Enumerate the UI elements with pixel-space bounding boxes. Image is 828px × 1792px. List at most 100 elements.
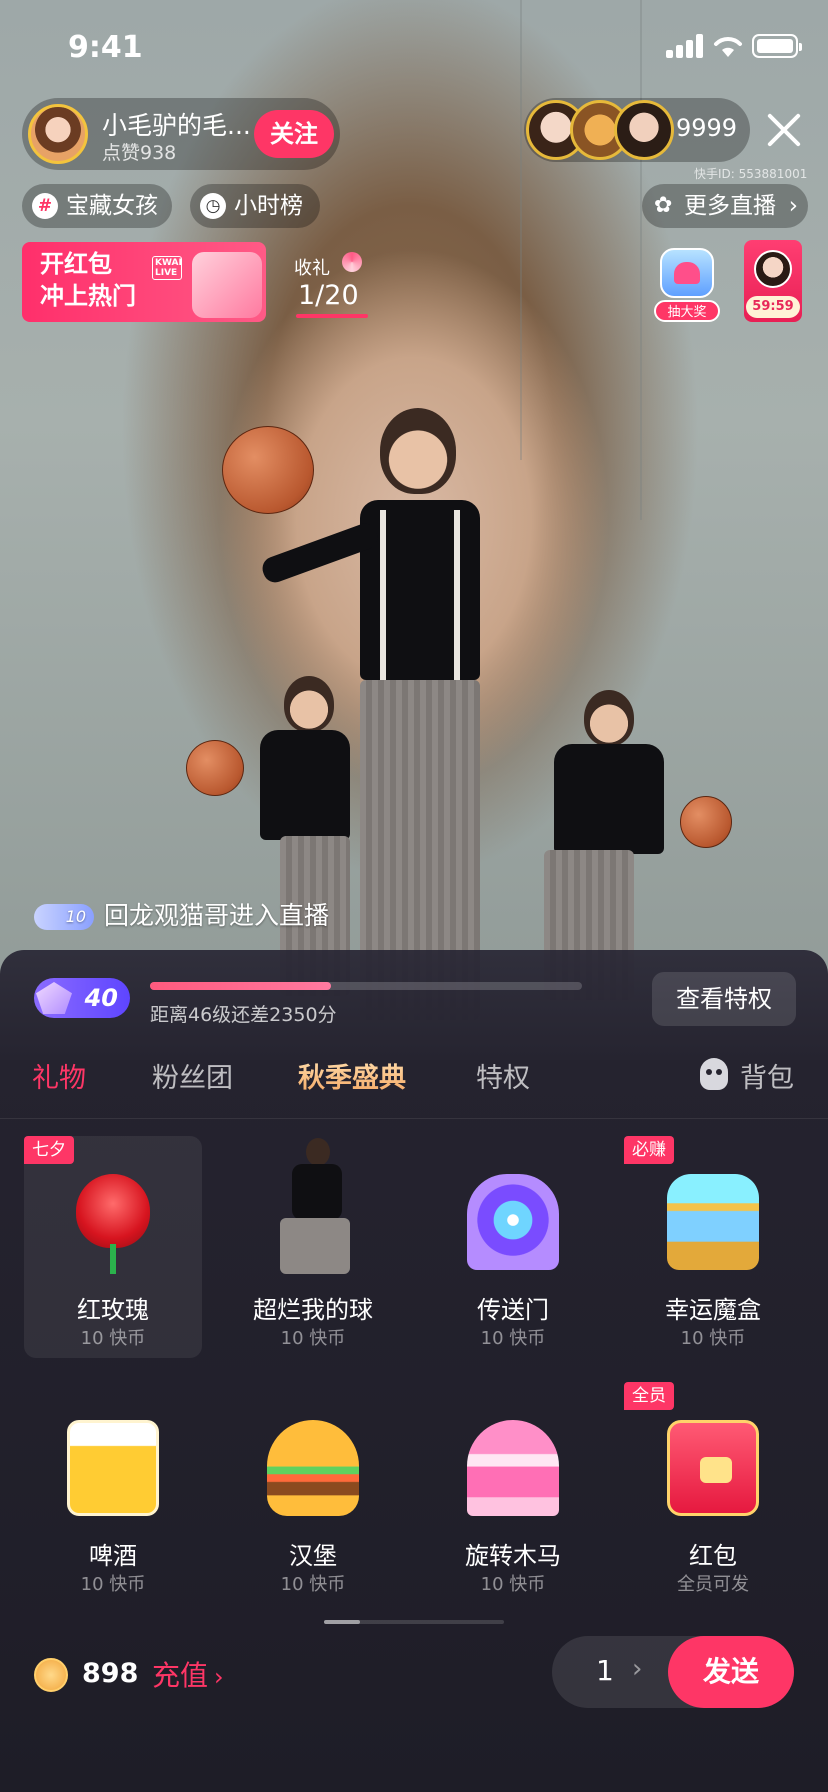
level-progress-text: 距离46级还差2350分 bbox=[150, 1004, 337, 1026]
banner-title: 开红包 冲上热门 bbox=[40, 250, 136, 310]
gift-price: 10 快币 bbox=[280, 1328, 346, 1349]
divider bbox=[0, 1118, 828, 1119]
level-badge: 40 bbox=[34, 978, 130, 1018]
gift-price: 10 快币 bbox=[80, 1574, 146, 1595]
viewer-list[interactable]: 9999 bbox=[524, 98, 750, 162]
gift-item[interactable]: 超烂我的球 10 快币 bbox=[224, 1136, 402, 1358]
host-info[interactable]: 小毛驴的毛... 点赞938 关注 bbox=[22, 98, 340, 170]
hongbao-gift-icon bbox=[667, 1420, 759, 1516]
chip-treasure-girl[interactable]: # 宝藏女孩 bbox=[22, 184, 172, 228]
lollipop-icon bbox=[342, 252, 362, 272]
tab-fan-club[interactable]: 粉丝团 bbox=[152, 1056, 233, 1095]
recharge-button[interactable]: 充值 › bbox=[152, 1654, 224, 1694]
coin-balance: 898 bbox=[82, 1658, 139, 1689]
gift-price: 10 快币 bbox=[80, 1328, 146, 1349]
gift-tag: 必赚 bbox=[624, 1136, 674, 1164]
send-controls: 1 › 发送 bbox=[552, 1636, 794, 1708]
chevron-right-icon: › bbox=[788, 193, 798, 219]
timer-countdown: 59:59 bbox=[746, 296, 800, 318]
chip-hourly-rank[interactable]: ◷ 小时榜 bbox=[190, 184, 320, 228]
viewer-avatar[interactable] bbox=[614, 100, 674, 160]
carousel-gift-icon bbox=[467, 1420, 559, 1516]
gem-icon bbox=[36, 982, 72, 1014]
portal-gift-icon bbox=[467, 1174, 559, 1270]
gift-price: 10 快币 bbox=[480, 1574, 546, 1595]
chevron-right-icon[interactable]: › bbox=[632, 1654, 642, 1684]
chevron-right-icon: › bbox=[214, 1663, 224, 1691]
gift-item[interactable]: 啤酒 10 快币 bbox=[24, 1382, 202, 1604]
hashtag-icon: # bbox=[32, 193, 58, 219]
quantity-selector[interactable]: 1 bbox=[596, 1654, 614, 1687]
backpack-icon bbox=[700, 1058, 728, 1090]
hand-icon bbox=[192, 252, 262, 318]
lottery-label: 抽大奖 bbox=[654, 300, 720, 322]
wifi-icon bbox=[714, 37, 742, 57]
more-live-button[interactable]: ✿ 更多直播 › bbox=[642, 184, 808, 228]
follow-button[interactable]: 关注 bbox=[254, 110, 334, 158]
gift-name: 传送门 bbox=[477, 1296, 549, 1324]
tab-gifts[interactable]: 礼物 bbox=[32, 1056, 86, 1095]
gift-panel: 40 距离46级还差2350分 查看特权 礼物 粉丝团 秋季盛典 特权 背包 七… bbox=[0, 950, 828, 1792]
chat-text: 回龙观猫哥进入直播 bbox=[104, 901, 330, 930]
gift-tag: 全员 bbox=[624, 1382, 674, 1410]
burger-gift-icon bbox=[267, 1420, 359, 1516]
signal-icon bbox=[666, 34, 706, 58]
gift-item[interactable]: 必赚幸运魔盒 10 快币 bbox=[624, 1136, 802, 1358]
gift-price: 10 快币 bbox=[480, 1328, 546, 1349]
red-packet-banner[interactable]: 开红包 冲上热门 KWAI LIVE bbox=[22, 242, 266, 322]
beer-gift-icon bbox=[67, 1420, 159, 1516]
user-level-badge: 10 bbox=[34, 904, 94, 930]
tab-privileges[interactable]: 特权 bbox=[476, 1056, 530, 1095]
chip-label: 更多直播 bbox=[684, 193, 776, 219]
gift-price: 10 快币 bbox=[280, 1574, 346, 1595]
kwai-id: 快手ID: 553881001 bbox=[694, 167, 808, 181]
status-bar: 9:41 bbox=[0, 0, 828, 96]
gift-name: 汉堡 bbox=[289, 1542, 337, 1570]
gift-name: 超烂我的球 bbox=[253, 1296, 373, 1324]
view-privileges-button[interactable]: 查看特权 bbox=[652, 972, 796, 1026]
lottery-button[interactable]: 抽大奖 bbox=[654, 244, 720, 324]
heart-icon bbox=[674, 262, 700, 284]
gift-item[interactable]: 旋转木马 10 快币 bbox=[424, 1382, 602, 1604]
kwai-live-logo: KWAI LIVE bbox=[152, 256, 182, 280]
chip-label: 小时榜 bbox=[234, 193, 303, 219]
coin-icon bbox=[34, 1658, 68, 1692]
gift-goal-progress: 1/20 bbox=[298, 280, 359, 311]
gift-item[interactable]: 七夕红玫瑰 10 快币 bbox=[24, 1136, 202, 1358]
timer-avatar bbox=[754, 250, 792, 288]
clock-icon: ◷ bbox=[200, 193, 226, 219]
close-icon[interactable] bbox=[760, 106, 808, 154]
send-button[interactable]: 发送 bbox=[668, 1636, 794, 1708]
chat-message: 10 回龙观猫哥进入直播 bbox=[34, 896, 329, 932]
gift-tabs: 礼物 粉丝团 秋季盛典 特权 背包 bbox=[0, 1050, 828, 1114]
battery-icon bbox=[752, 34, 802, 58]
host-likes: 点赞938 bbox=[102, 142, 177, 164]
timer-card[interactable]: 59:59 bbox=[744, 240, 802, 322]
gift-name: 红玫瑰 bbox=[77, 1296, 149, 1324]
gift-price: 全员可发 bbox=[677, 1574, 749, 1595]
chest-gift-icon bbox=[667, 1174, 759, 1270]
gift-price: 10 快币 bbox=[680, 1328, 746, 1349]
rose-gift-icon bbox=[76, 1174, 150, 1274]
dancer-gift-icon bbox=[250, 1136, 380, 1276]
gift-item[interactable]: 传送门 10 快币 bbox=[424, 1136, 602, 1358]
gift-name: 旋转木马 bbox=[465, 1542, 561, 1570]
chip-label: 宝藏女孩 bbox=[66, 193, 158, 219]
gift-name: 啤酒 bbox=[89, 1542, 137, 1570]
viewer-count: 9999 bbox=[676, 114, 738, 142]
gift-name: 红包 bbox=[689, 1542, 737, 1570]
gift-goal-title: 收礼 bbox=[294, 258, 330, 279]
gift-tag: 七夕 bbox=[24, 1136, 74, 1164]
host-avatar[interactable] bbox=[28, 104, 88, 164]
grid-icon: ✿ bbox=[654, 193, 673, 218]
page-indicator bbox=[324, 1620, 504, 1624]
tab-autumn-festival[interactable]: 秋季盛典 bbox=[298, 1056, 406, 1095]
backpack-button[interactable]: 背包 bbox=[700, 1050, 810, 1100]
gift-item[interactable]: 汉堡 10 快币 bbox=[224, 1382, 402, 1604]
gift-name: 幸运魔盒 bbox=[665, 1296, 761, 1324]
backpack-label: 背包 bbox=[740, 1063, 794, 1094]
host-name: 小毛驴的毛... bbox=[102, 111, 251, 140]
gift-goal-bar bbox=[296, 314, 368, 318]
gift-item[interactable]: 全员红包全员可发 bbox=[624, 1382, 802, 1604]
level-progress-bar bbox=[150, 982, 582, 990]
